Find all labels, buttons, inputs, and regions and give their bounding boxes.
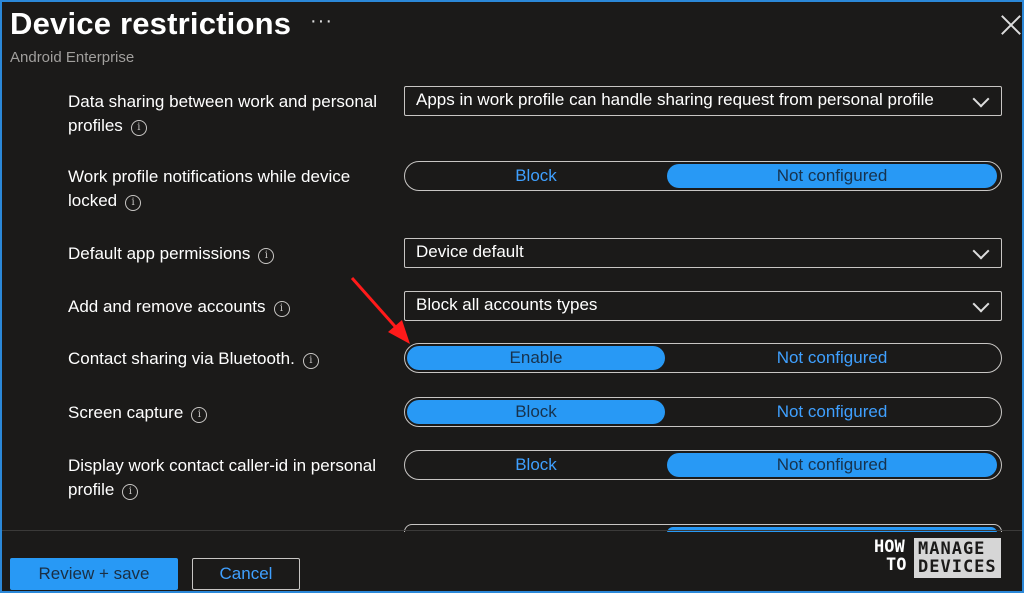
info-icon[interactable]: i [302, 353, 319, 369]
cancel-button[interactable]: Cancel [192, 558, 300, 590]
toggle-option-block[interactable]: Block [407, 164, 665, 188]
toggle-option-not-configured[interactable]: Not configured [667, 453, 997, 477]
more-options-icon[interactable]: ··· [310, 10, 333, 33]
setting-label-default-app-permissions: Default app permissions i [68, 242, 398, 266]
chevron-down-icon [972, 242, 990, 260]
device-restrictions-panel: Device restrictions ··· Android Enterpri… [0, 0, 1024, 593]
chevron-down-icon [972, 295, 990, 313]
info-icon[interactable]: i [258, 248, 275, 264]
display-work-contact-caller-id-toggle[interactable]: Block Not configured [404, 450, 1002, 480]
work-profile-notifications-toggle[interactable]: Block Not configured [404, 161, 1002, 191]
footer-divider [2, 530, 1022, 531]
toggle-option-block[interactable]: Block [407, 400, 665, 424]
toggle-option-not-configured[interactable]: Not configured [667, 346, 997, 370]
toggle-option-not-configured[interactable]: Not configured [667, 164, 997, 188]
setting-label-work-profile-notifications: Work profile notifications while device … [68, 167, 351, 211]
toggle-option-enable[interactable]: Enable [407, 346, 665, 370]
review-save-button[interactable]: Review + save [10, 558, 178, 590]
info-icon[interactable]: i [191, 407, 208, 423]
info-icon[interactable]: i [130, 120, 147, 136]
close-icon[interactable] [1000, 14, 1022, 36]
setting-label-data-sharing: Data sharing between work and personal p… [68, 92, 378, 136]
setting-label-display-work-contact-caller-id: Display work contact caller-id in person… [68, 456, 377, 500]
info-icon[interactable]: i [122, 484, 139, 500]
screen-capture-toggle[interactable]: Block Not configured [404, 397, 1002, 427]
add-remove-accounts-dropdown[interactable]: Block all accounts types [404, 291, 1002, 321]
toggle-option-not-configured[interactable]: Not configured [667, 400, 997, 424]
setting-label-screen-capture: Screen capture i [68, 401, 398, 425]
chevron-down-icon [972, 90, 990, 108]
red-arrow-icon [350, 277, 410, 344]
info-icon[interactable]: i [125, 195, 142, 211]
page-title: Device restrictions [10, 6, 292, 41]
page-subtitle: Android Enterprise [10, 49, 135, 66]
how-to-manage-devices-logo: HOW TO MANAGE DEVICES [874, 538, 1002, 580]
info-icon[interactable]: i [273, 301, 290, 317]
default-app-permissions-dropdown[interactable]: Device default [404, 238, 1002, 268]
contact-sharing-bluetooth-toggle[interactable]: Enable Not configured [404, 343, 1002, 373]
data-sharing-dropdown[interactable]: Apps in work profile can handle sharing … [404, 86, 1002, 116]
toggle-option-block[interactable]: Block [407, 453, 665, 477]
setting-label-contact-sharing-bluetooth: Contact sharing via Bluetooth. i [68, 347, 398, 371]
